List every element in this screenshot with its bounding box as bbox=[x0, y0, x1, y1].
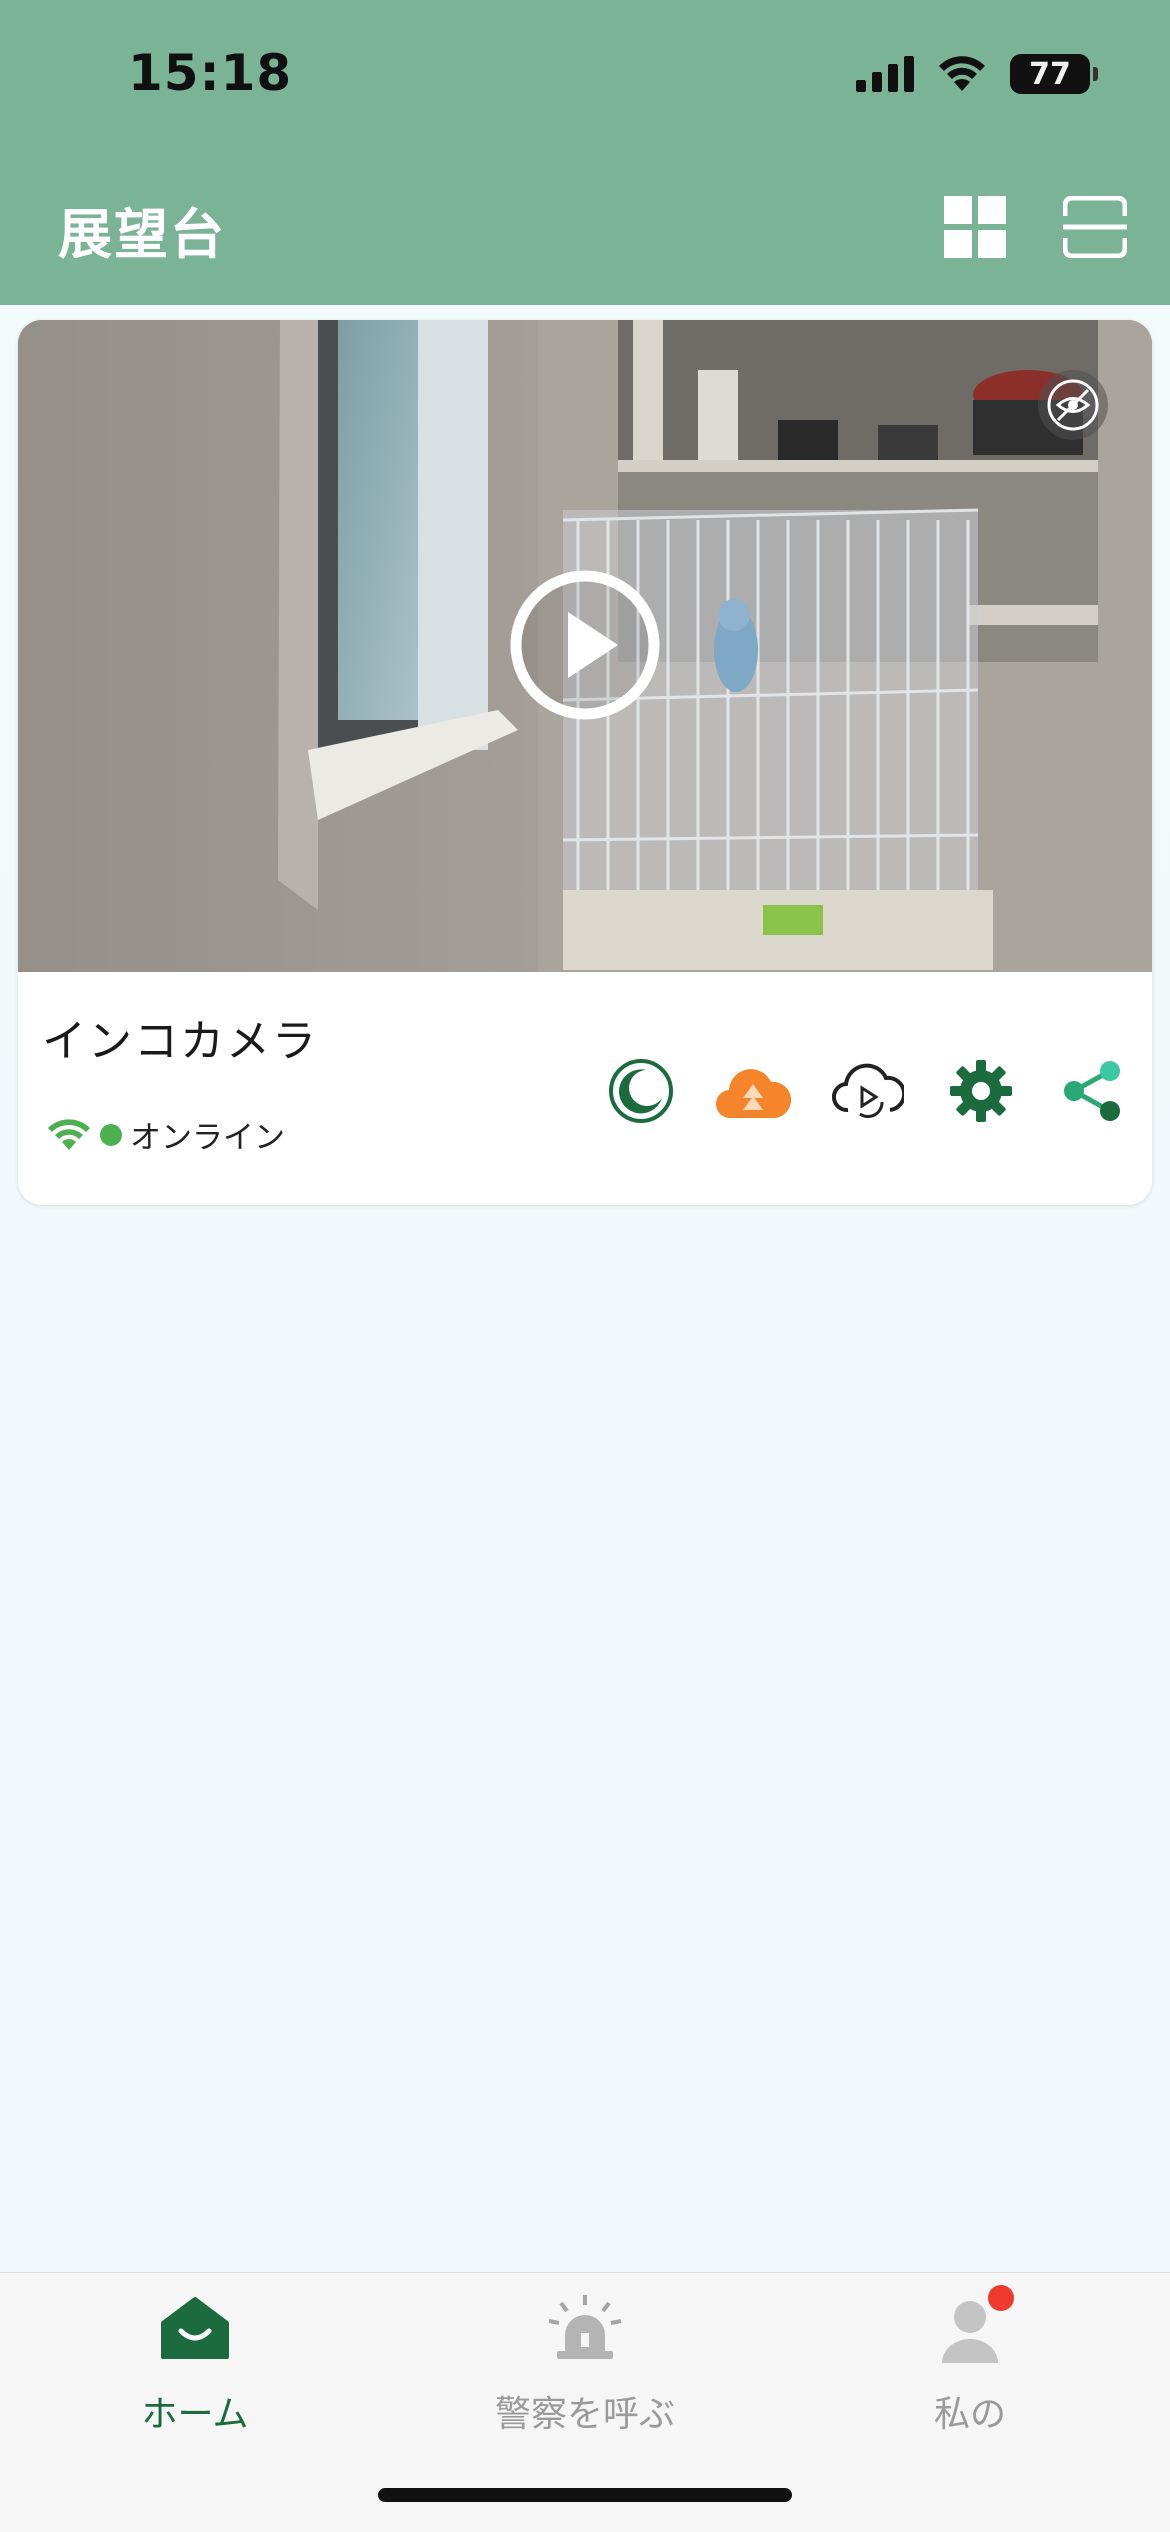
wifi-icon bbox=[939, 56, 985, 91]
online-status-dot bbox=[100, 1123, 122, 1146]
eye-off-icon bbox=[1047, 379, 1099, 431]
person-icon bbox=[930, 2285, 1014, 2373]
battery-level: 77 bbox=[1029, 56, 1071, 92]
scan-button[interactable] bbox=[1060, 192, 1130, 262]
night-mode-button[interactable] bbox=[603, 1053, 679, 1129]
notification-badge bbox=[988, 2285, 1014, 2311]
share-button[interactable] bbox=[1054, 1053, 1130, 1129]
tab-my-profile-label: 私の bbox=[933, 2394, 1006, 2435]
camera-preview[interactable] bbox=[18, 320, 1152, 972]
battery-indicator: 77 bbox=[1010, 54, 1098, 94]
header: 15:18 77 展望台 bbox=[0, 0, 1170, 305]
online-status-label: オンライン bbox=[130, 1120, 285, 1156]
app-screen: 15:18 77 展望台 インコカメラ オンライン ホーム 警察を呼ぶ 私の bbox=[0, 0, 1170, 2532]
home-icon bbox=[155, 2293, 235, 2373]
siren-icon bbox=[545, 2293, 625, 2373]
cloud-upload-icon bbox=[715, 1069, 791, 1119]
page-title: 展望台 bbox=[58, 203, 226, 266]
status-icons: 77 bbox=[856, 54, 1098, 94]
play-button[interactable] bbox=[510, 570, 660, 720]
grid-view-button[interactable] bbox=[940, 192, 1010, 262]
camera-name: インコカメラ bbox=[42, 1016, 318, 1067]
wifi-icon bbox=[48, 1118, 90, 1150]
grid-view-icon bbox=[944, 196, 1006, 258]
cloud-playback-icon bbox=[832, 1063, 904, 1118]
camera-card[interactable]: インコカメラ オンライン bbox=[18, 320, 1152, 1205]
gear-icon bbox=[950, 1060, 1012, 1122]
cloud-upload-button[interactable] bbox=[715, 1053, 791, 1129]
connection-status: オンライン bbox=[46, 1112, 285, 1157]
moon-icon bbox=[609, 1059, 673, 1123]
settings-button[interactable] bbox=[943, 1053, 1019, 1129]
play-icon bbox=[510, 570, 660, 720]
scan-icon bbox=[1063, 196, 1127, 258]
tab-call-police-label: 警察を呼ぶ bbox=[494, 2394, 675, 2435]
cellular-signal-icon bbox=[856, 56, 914, 92]
tab-call-police[interactable]: 警察を呼ぶ bbox=[435, 2293, 735, 2437]
privacy-toggle-button[interactable] bbox=[1038, 370, 1108, 440]
status-time: 15:18 bbox=[128, 44, 293, 102]
tab-my-profile[interactable]: 私の bbox=[820, 2285, 1120, 2437]
tab-home[interactable]: ホーム bbox=[45, 2293, 345, 2437]
home-indicator bbox=[378, 2488, 792, 2502]
cloud-playback-button[interactable] bbox=[830, 1053, 906, 1129]
tab-home-label: ホーム bbox=[141, 2394, 249, 2435]
share-icon bbox=[1064, 1061, 1120, 1121]
